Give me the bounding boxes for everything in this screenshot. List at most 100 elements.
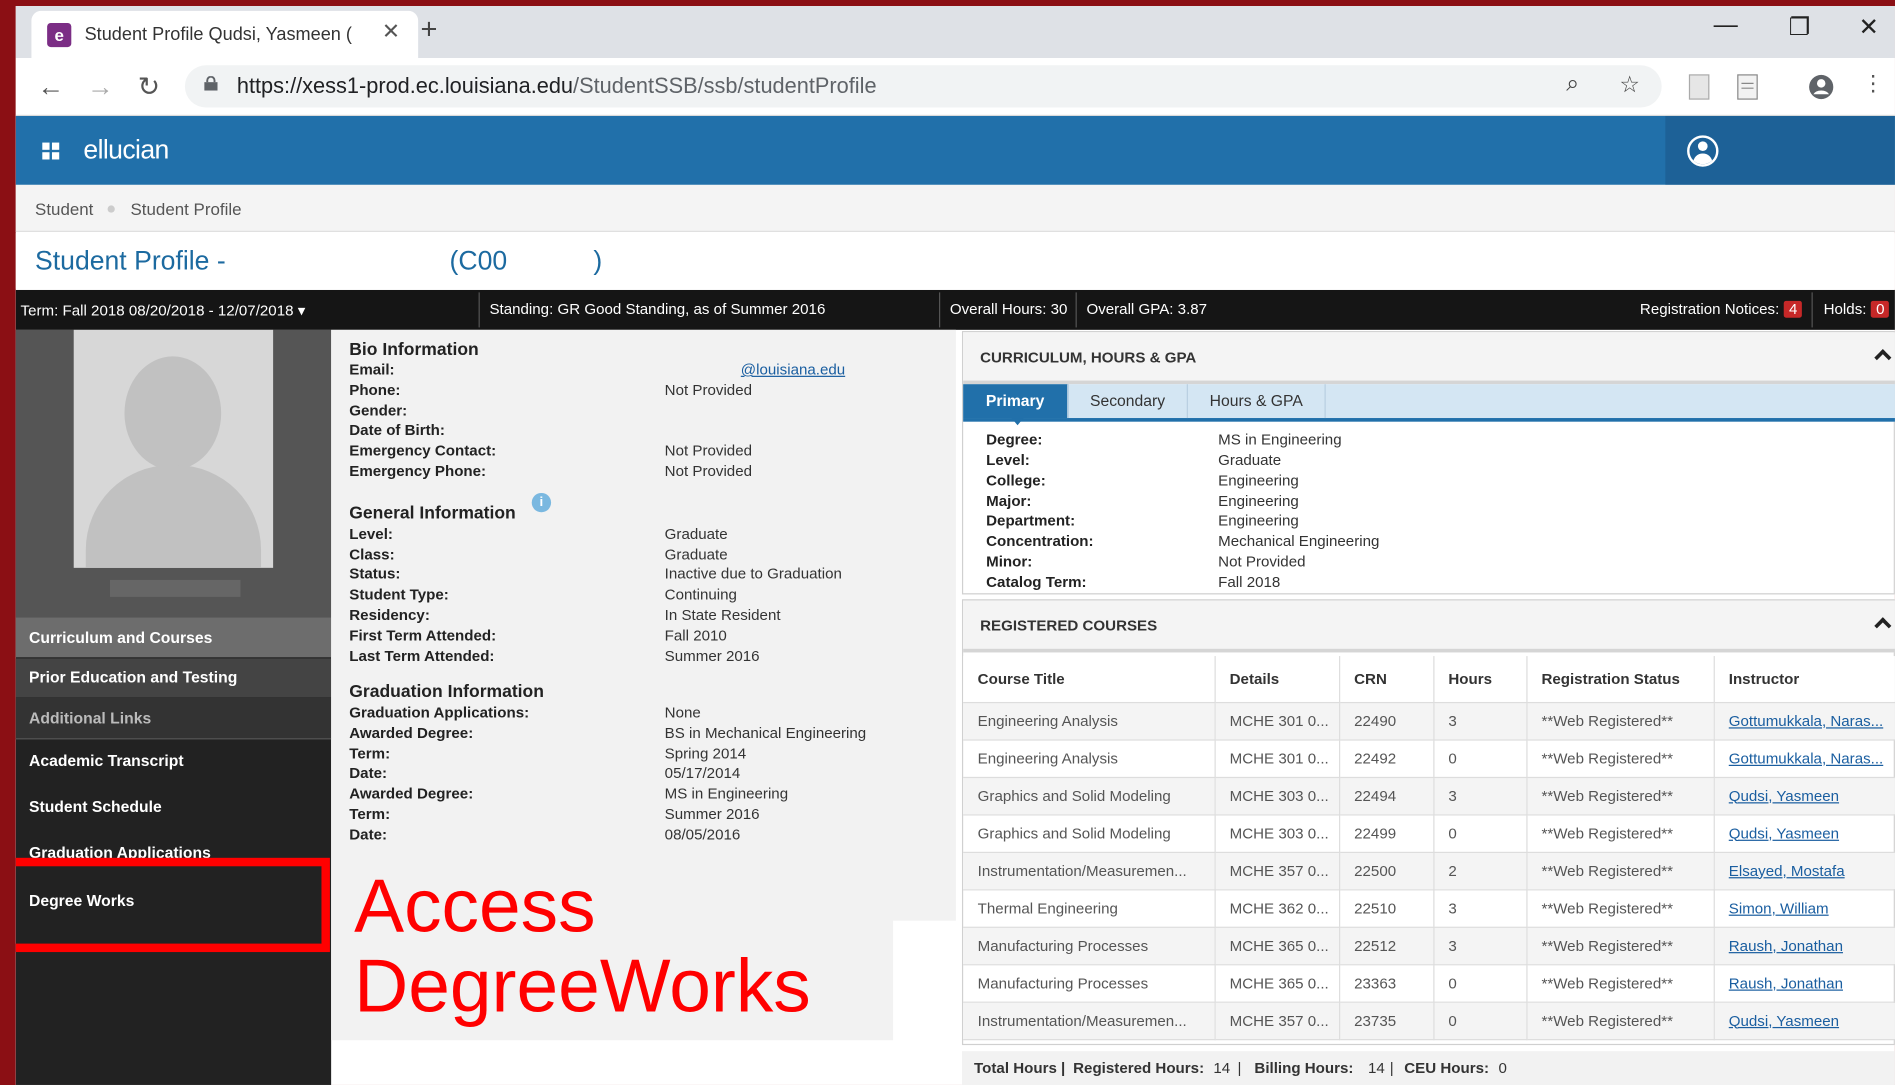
column-header[interactable]: Hours xyxy=(1433,656,1527,703)
graduation-value: Summer 2016 xyxy=(664,805,760,823)
graduation-row: Date: 08/05/2016 xyxy=(349,826,953,847)
hours-cell: 2 xyxy=(1433,851,1527,890)
column-header[interactable]: Details xyxy=(1214,656,1340,703)
table-row: Engineering Analysis MCHE 301 0... 22492 0 *… xyxy=(963,739,1895,778)
hours-cell: 3 xyxy=(1433,926,1527,965)
column-header[interactable]: Course Title xyxy=(963,656,1216,703)
hours-value: 30 xyxy=(1050,300,1068,318)
bio-label: Email: xyxy=(349,361,395,379)
reload-icon[interactable]: ↻ xyxy=(138,71,160,102)
tab-secondary[interactable]: Secondary xyxy=(1068,384,1188,419)
curriculum-label: Level: xyxy=(986,451,1030,469)
tab-primary[interactable]: Primary xyxy=(963,384,1069,426)
sidebar-link-schedule[interactable]: Student Schedule xyxy=(16,797,331,821)
sidebar-item-prior-education[interactable]: Prior Education and Testing xyxy=(15,658,332,698)
instructor-link[interactable]: Raush, Jonathan xyxy=(1713,926,1895,965)
curriculum-label: Minor: xyxy=(986,553,1033,571)
sidebar-link-graduation[interactable]: Graduation Applications xyxy=(16,843,331,859)
details-cell: MCHE 362 0... xyxy=(1214,889,1340,928)
apps-grid-icon[interactable] xyxy=(42,142,60,160)
collapse-icon[interactable] xyxy=(1874,617,1892,635)
back-icon[interactable]: ← xyxy=(37,71,64,102)
instructor-link[interactable]: Qudsi, Yasmeen xyxy=(1713,776,1895,815)
column-header[interactable]: Registration Status xyxy=(1526,656,1715,703)
info-icon[interactable]: i xyxy=(531,492,552,513)
close-window-icon[interactable]: ✕ xyxy=(1859,12,1879,42)
instructor-link[interactable]: Gottumukkala, Naras... xyxy=(1713,739,1895,778)
tab-hours-gpa[interactable]: Hours & GPA xyxy=(1188,384,1326,419)
details-cell: MCHE 301 0... xyxy=(1214,739,1340,778)
pdf-extension-icon[interactable] xyxy=(1688,74,1710,101)
crn-cell: 22499 xyxy=(1339,814,1434,853)
curriculum-value: MS in Engineering xyxy=(1218,431,1342,449)
menu-icon[interactable]: ⋮ xyxy=(1862,71,1884,96)
new-tab-icon[interactable]: + xyxy=(421,13,438,47)
bio-heading: Bio Information xyxy=(349,340,479,361)
general-label: Student Type: xyxy=(349,585,449,603)
table-row: Manufacturing Processes MCHE 365 0... 2251… xyxy=(963,926,1895,965)
breadcrumb-student[interactable]: Student xyxy=(35,199,93,218)
tab-close-icon[interactable]: ✕ xyxy=(382,19,400,44)
divider xyxy=(478,292,480,328)
curriculum-row: Level: Graduate xyxy=(986,452,1880,473)
overall-hours: Overall Hours: 30 xyxy=(950,301,1068,318)
blank-area xyxy=(893,920,966,1042)
column-header[interactable]: Instructor xyxy=(1713,656,1895,703)
chevron-down-icon: ▾ xyxy=(297,302,306,319)
browser-tab[interactable]: e Student Profile Qudsi, Yasmeen ( ✕ xyxy=(31,10,419,58)
instructor-link[interactable]: Qudsi, Yasmeen xyxy=(1713,1001,1895,1040)
brand-logo: ellucian xyxy=(83,134,169,165)
restore-icon[interactable]: ❐ xyxy=(1789,12,1811,42)
graduation-row: Date: 05/17/2014 xyxy=(349,765,953,786)
forward-icon[interactable]: → xyxy=(87,71,114,102)
collapse-icon[interactable] xyxy=(1874,349,1892,367)
email-link[interactable]: @louisiana.edu xyxy=(741,361,845,378)
instructor-link[interactable]: Qudsi, Yasmeen xyxy=(1713,814,1895,853)
crn-cell: 22492 xyxy=(1339,739,1434,778)
details-cell: MCHE 303 0... xyxy=(1214,776,1340,815)
general-row: Status: Inactive due to Graduation xyxy=(349,565,953,586)
user-icon xyxy=(1687,135,1719,167)
registered-panel-header[interactable]: REGISTERED COURSES xyxy=(963,600,1895,653)
table-row: Instrumentation/Measuremen... MCHE 357 0.… xyxy=(963,1001,1895,1040)
user-menu[interactable] xyxy=(1665,115,1895,185)
curriculum-value: Mechanical Engineering xyxy=(1218,532,1380,550)
curriculum-value: Not Provided xyxy=(1218,553,1306,571)
column-header[interactable]: CRN xyxy=(1339,656,1434,703)
document-extension-icon[interactable] xyxy=(1737,74,1759,101)
curriculum-label: Degree: xyxy=(986,431,1043,449)
crn-cell: 22494 xyxy=(1339,776,1434,815)
instructor-link[interactable]: Simon, William xyxy=(1713,889,1895,928)
gpa-value: 3.87 xyxy=(1177,300,1208,318)
curriculum-panel-header[interactable]: CURRICULUM, HOURS & GPA xyxy=(963,332,1895,385)
curriculum-value: Engineering xyxy=(1218,472,1299,490)
profile-icon[interactable] xyxy=(1808,74,1835,101)
curriculum-row: Major: Engineering xyxy=(986,493,1880,514)
general-label: Residency: xyxy=(349,606,430,624)
sidebar-item-curriculum[interactable]: Curriculum and Courses xyxy=(15,617,332,658)
general-label: Level: xyxy=(349,525,393,543)
zoom-icon[interactable]: ⌕ xyxy=(1566,71,1579,98)
course-title-cell: Thermal Engineering xyxy=(963,889,1216,928)
course-title-cell: Manufacturing Processes xyxy=(963,964,1216,1003)
billing-hours-value: 14 xyxy=(1368,1059,1385,1077)
graduation-value: MS in Engineering xyxy=(664,785,789,803)
graduation-row: Awarded Degree: BS in Mechanical Engineer… xyxy=(349,725,953,746)
star-icon[interactable]: ☆ xyxy=(1619,71,1640,99)
graduation-row: Awarded Degree: MS in Engineering xyxy=(349,785,953,806)
standing-label: Standing: xyxy=(489,300,554,318)
address-bar[interactable]: https://xess1-prod.ec.louisiana.edu/Stud… xyxy=(184,65,1662,108)
table-row: Graphics and Solid Modeling MCHE 303 0...… xyxy=(963,776,1895,815)
hours-label: Overall Hours: xyxy=(949,300,1047,318)
instructor-link[interactable]: Raush, Jonathan xyxy=(1713,964,1895,1003)
instructor-link[interactable]: Gottumukkala, Naras... xyxy=(1713,701,1895,741)
registration-notices[interactable]: Registration Notices: 4 xyxy=(1640,300,1803,318)
sidebar-link-transcript[interactable]: Academic Transcript xyxy=(16,752,331,776)
instructor-link[interactable]: Elsayed, Mostafa xyxy=(1713,851,1895,890)
holds[interactable]: Holds: 0 xyxy=(1824,300,1890,318)
course-title-cell: Graphics and Solid Modeling xyxy=(963,776,1216,815)
course-title-cell: Instrumentation/Measuremen... xyxy=(963,1001,1216,1040)
term-selector[interactable]: Term: Fall 2018 08/20/2018 - 12/07/2018 … xyxy=(21,301,306,319)
minimize-icon[interactable]: — xyxy=(1714,12,1738,40)
browser-window: e Student Profile Qudsi, Yasmeen ( ✕ + —… xyxy=(15,6,1895,1085)
